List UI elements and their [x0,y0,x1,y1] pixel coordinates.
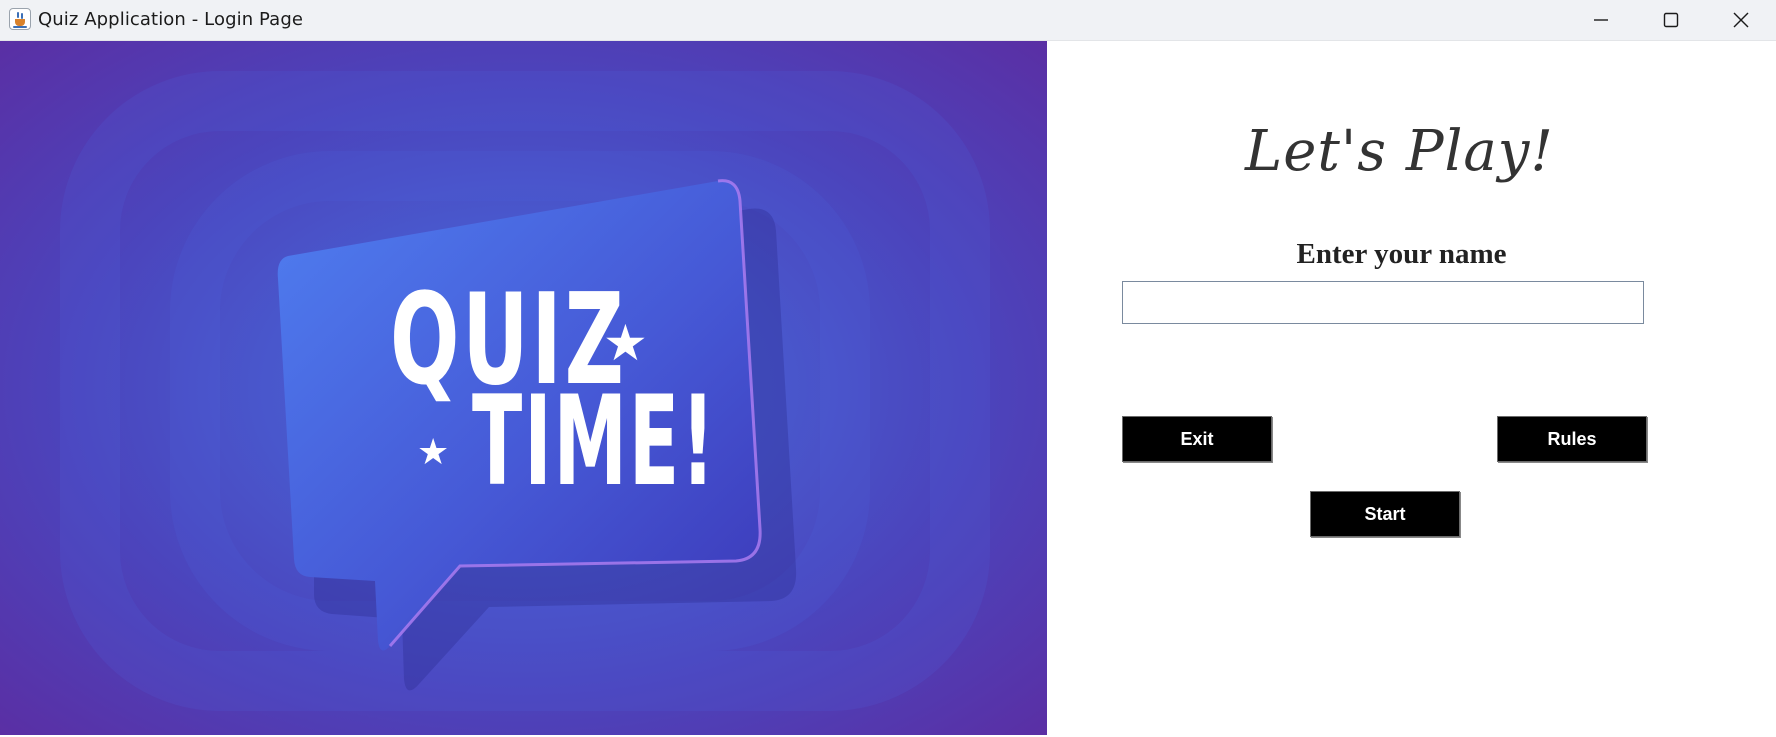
maximize-icon [1663,12,1679,28]
page-heading: Let's Play! [1245,119,1554,184]
star-icon: ★ [603,315,648,371]
window-titlebar[interactable]: Quiz Application - Login Page [0,0,1776,41]
close-icon [1733,12,1749,28]
exit-button[interactable]: Exit [1122,416,1272,462]
minimize-button[interactable] [1566,0,1636,40]
quiz-line-2: TIME! [472,370,717,514]
name-label: Enter your name [1296,238,1507,270]
window-title: Quiz Application - Login Page [38,9,304,30]
maximize-button[interactable] [1636,0,1706,40]
java-app-icon [9,8,31,30]
minimize-icon [1594,19,1608,21]
login-panel: Let's Play! Enter your name Exit Rules S… [1047,41,1776,735]
close-button[interactable] [1706,0,1776,40]
name-input[interactable] [1122,281,1644,324]
star-icon: ★ [417,431,450,472]
rules-button[interactable]: Rules [1497,416,1647,462]
quiz-time-banner: QUIZ ★ ★ TIME! [0,41,1047,735]
start-button[interactable]: Start [1310,491,1460,537]
